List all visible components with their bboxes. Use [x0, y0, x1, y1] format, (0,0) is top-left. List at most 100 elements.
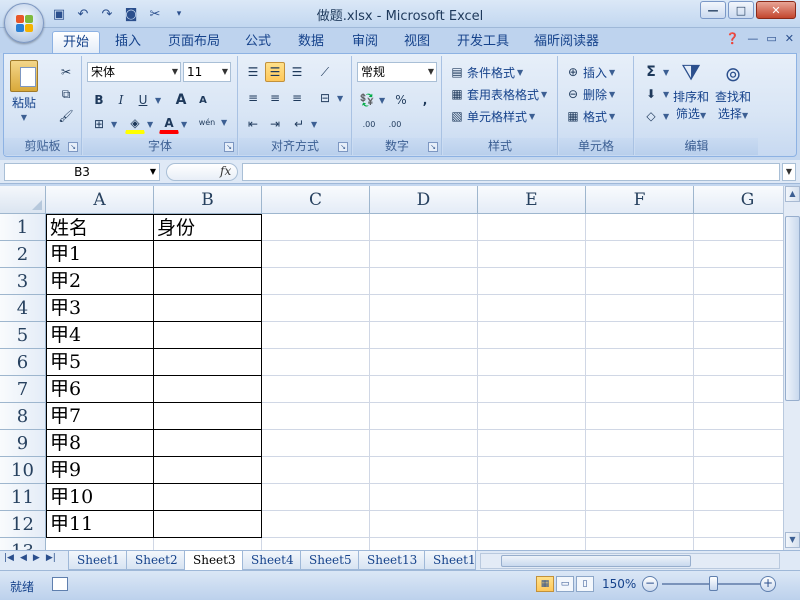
- minimize-button[interactable]: —: [700, 1, 726, 19]
- clear-button[interactable]: ◇ ▼: [641, 106, 669, 126]
- tab-formulas[interactable]: 公式: [235, 31, 281, 53]
- tab-data[interactable]: 数据: [288, 31, 334, 53]
- ribbon-restore-icon[interactable]: ▭: [766, 32, 776, 45]
- zoom-slider-thumb[interactable]: [709, 576, 718, 591]
- row-header-6[interactable]: 6: [0, 349, 46, 376]
- vertical-scrollbar[interactable]: ▲ ▼: [783, 186, 800, 550]
- column-header-e[interactable]: E: [478, 186, 586, 214]
- paste-button[interactable]: 粘贴 ▼: [10, 60, 38, 122]
- tab-page-layout[interactable]: 页面布局: [158, 31, 230, 53]
- page-layout-view-icon[interactable]: ▭: [556, 576, 574, 592]
- page-break-view-icon[interactable]: ▯: [576, 576, 594, 592]
- ribbon-minimize-icon[interactable]: —: [747, 32, 758, 45]
- formula-input[interactable]: [242, 163, 780, 181]
- office-button[interactable]: [4, 3, 44, 43]
- last-sheet-icon[interactable]: ▶|: [46, 553, 56, 563]
- row-header-12[interactable]: 12: [0, 511, 46, 538]
- row-header-7[interactable]: 7: [0, 376, 46, 403]
- tab-developer[interactable]: 开发工具: [447, 31, 519, 53]
- tab-foxit-reader[interactable]: 福昕阅读器: [524, 31, 609, 53]
- column-header-a[interactable]: A: [46, 186, 154, 214]
- align-right-button[interactable]: ≡: [287, 88, 307, 108]
- cell-b5[interactable]: [153, 321, 262, 349]
- row-header-10[interactable]: 10: [0, 457, 46, 484]
- bold-button[interactable]: B: [89, 90, 109, 110]
- insert-function-button[interactable]: fx: [220, 164, 231, 178]
- column-header-g[interactable]: G: [694, 186, 783, 214]
- column-header-d[interactable]: D: [370, 186, 478, 214]
- cell-b4[interactable]: [153, 294, 262, 322]
- dialog-launcher-icon[interactable]: ↘: [68, 142, 78, 152]
- font-size-select[interactable]: 11 ▼: [183, 62, 231, 82]
- cell-a9[interactable]: 甲8: [46, 429, 154, 457]
- row-header-9[interactable]: 9: [0, 430, 46, 457]
- close-button[interactable]: ✕: [756, 1, 796, 19]
- autosum-button[interactable]: Σ ▼: [641, 62, 669, 82]
- column-header-c[interactable]: C: [262, 186, 370, 214]
- cell-b2[interactable]: [153, 240, 262, 268]
- row-header-5[interactable]: 5: [0, 322, 46, 349]
- cell-b6[interactable]: [153, 348, 262, 376]
- ribbon-close-icon[interactable]: ✕: [785, 32, 794, 45]
- cell-a2[interactable]: 甲1: [46, 240, 154, 268]
- cell-b1[interactable]: 身份: [153, 214, 262, 241]
- cell-a6[interactable]: 甲5: [46, 348, 154, 376]
- vertical-scroll-thumb[interactable]: [785, 216, 800, 401]
- copy-button[interactable]: ⧉: [56, 84, 76, 104]
- sheet-tab-sheet4[interactable]: Sheet4: [242, 551, 303, 570]
- cell-b11[interactable]: [153, 483, 262, 511]
- column-header-b[interactable]: B: [154, 186, 262, 214]
- zoom-level[interactable]: 150%: [602, 577, 636, 591]
- merge-center-button[interactable]: ⊟ ▼: [315, 88, 343, 108]
- align-middle-button[interactable]: ☰: [265, 62, 285, 82]
- font-color-button[interactable]: A ▼: [159, 114, 187, 134]
- column-header-f[interactable]: F: [586, 186, 694, 214]
- sheet-tab-sheet1-truncated[interactable]: Sheet1: [424, 551, 476, 570]
- cell-b10[interactable]: [153, 456, 262, 484]
- sheet-tab-sheet5[interactable]: Sheet5: [300, 551, 361, 570]
- sort-filter-button[interactable]: ⧩ 排序和 筛选▼: [673, 60, 709, 122]
- expand-formula-bar-button[interactable]: ▼: [782, 163, 796, 181]
- prev-sheet-icon[interactable]: ◀: [20, 553, 27, 563]
- zoom-out-button[interactable]: −: [642, 576, 658, 592]
- horizontal-scrollbar[interactable]: [480, 553, 780, 569]
- sheet-tab-sheet1[interactable]: Sheet1: [68, 551, 129, 570]
- normal-view-icon[interactable]: ▦: [536, 576, 554, 592]
- align-top-button[interactable]: ☰: [243, 62, 263, 82]
- cell-a5[interactable]: 甲4: [46, 321, 154, 349]
- select-all-button[interactable]: [0, 186, 46, 214]
- zoom-in-button[interactable]: +: [760, 576, 776, 592]
- save-icon[interactable]: ▣: [50, 5, 68, 23]
- redo-icon[interactable]: ↷: [98, 5, 116, 23]
- tab-home[interactable]: 开始: [52, 31, 101, 53]
- cell-b7[interactable]: [153, 375, 262, 403]
- insert-cells-button[interactable]: ⊕ 插入 ▼: [565, 62, 615, 82]
- next-sheet-icon[interactable]: ▶: [33, 553, 40, 563]
- first-sheet-icon[interactable]: |◀: [4, 553, 14, 563]
- format-as-table-button[interactable]: ▦ 套用表格格式 ▼: [449, 84, 547, 104]
- cell-styles-button[interactable]: ▧ 单元格样式 ▼: [449, 106, 535, 126]
- cell-a12[interactable]: 甲11: [46, 510, 154, 538]
- maximize-button[interactable]: □: [728, 1, 754, 19]
- macro-record-icon[interactable]: [52, 577, 68, 591]
- currency-button[interactable]: 💱 ▼: [357, 90, 386, 110]
- tab-review[interactable]: 审阅: [342, 31, 388, 53]
- undo-icon[interactable]: ↶: [74, 5, 92, 23]
- row-header-13[interactable]: 13: [0, 538, 46, 550]
- customize-icon[interactable]: ▾: [170, 5, 188, 23]
- cell-b12[interactable]: [153, 510, 262, 538]
- conditional-formatting-button[interactable]: ▤ 条件格式 ▼: [449, 62, 523, 82]
- cell-a11[interactable]: 甲10: [46, 483, 154, 511]
- increase-indent-button[interactable]: ⇥: [265, 114, 285, 134]
- row-header-1[interactable]: 1: [0, 214, 46, 241]
- tools-icon[interactable]: ✂: [146, 5, 164, 23]
- comma-button[interactable]: ,: [415, 90, 435, 110]
- fill-button[interactable]: ⬇ ▼: [641, 84, 669, 104]
- dialog-launcher-icon[interactable]: ↘: [428, 142, 438, 152]
- align-bottom-button[interactable]: ☰: [287, 62, 307, 82]
- dialog-launcher-icon[interactable]: ↘: [224, 142, 234, 152]
- format-cells-button[interactable]: ▦ 格式 ▼: [565, 106, 615, 126]
- cell-b8[interactable]: [153, 402, 262, 430]
- percent-button[interactable]: %: [391, 90, 411, 110]
- tab-insert[interactable]: 插入: [105, 31, 151, 53]
